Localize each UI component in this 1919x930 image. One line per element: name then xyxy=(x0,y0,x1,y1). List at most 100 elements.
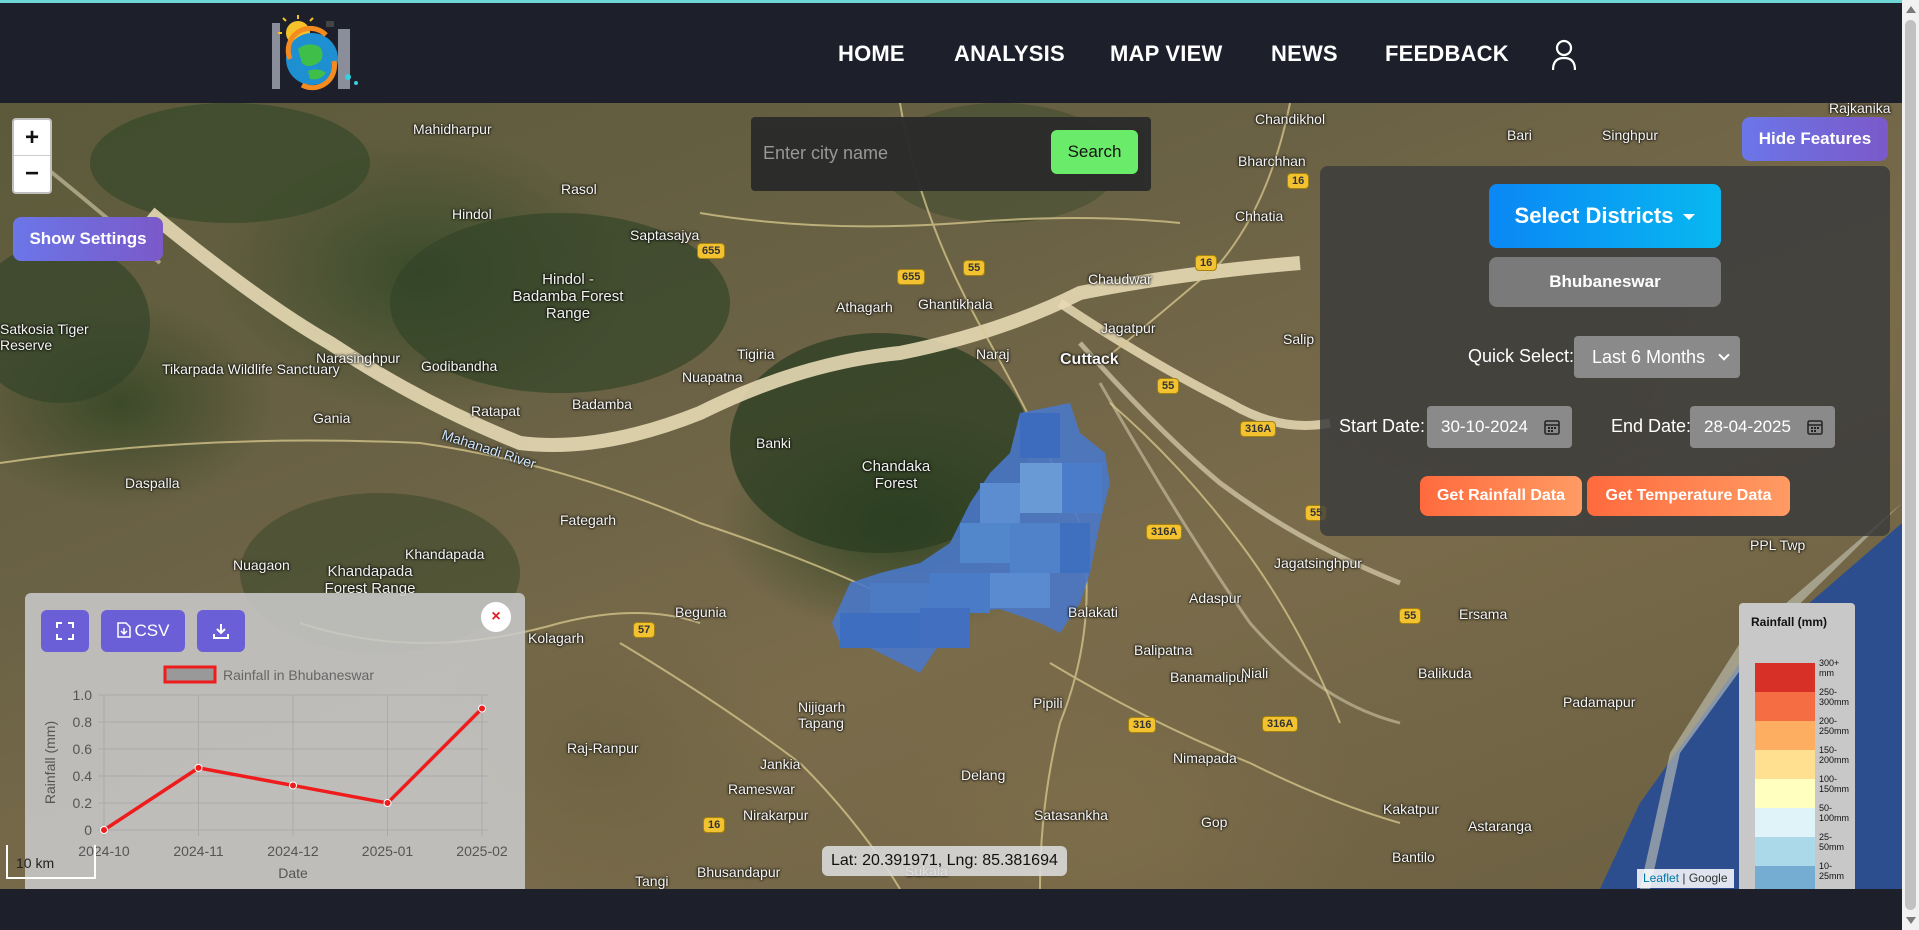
map-scale: 10 km xyxy=(6,845,96,879)
place-label: Bari xyxy=(1507,127,1532,143)
page-scrollbar[interactable] xyxy=(1902,0,1919,930)
y-tick-label: 0.2 xyxy=(73,795,93,811)
chart-legend-swatch xyxy=(163,665,217,684)
place-label: Nimapada xyxy=(1173,750,1237,766)
end-date-value: 28-04-2025 xyxy=(1704,417,1791,436)
nav-home[interactable]: HOME xyxy=(838,41,905,67)
city-search-box: Search xyxy=(751,117,1151,191)
place-label: Banamalipur xyxy=(1170,669,1249,685)
road-shield: 316A xyxy=(1262,716,1299,732)
y-tick-label: 0.4 xyxy=(73,768,93,784)
navbar: HOME ANALYSIS MAP VIEW NEWS FEEDBACK xyxy=(0,3,1902,103)
zoom-control: + − xyxy=(12,118,52,194)
calendar-icon[interactable] xyxy=(1807,419,1823,435)
user-icon[interactable] xyxy=(1552,39,1576,71)
place-label: Satasankha xyxy=(1034,807,1108,823)
place-label: Rasol xyxy=(561,181,597,197)
caret-down-icon xyxy=(1683,214,1696,221)
legend-label: 200-250mm xyxy=(1819,716,1850,736)
place-label: Jankia xyxy=(760,756,801,772)
nav-news[interactable]: NEWS xyxy=(1271,41,1338,67)
place-label: Satkosia Tiger Reserve xyxy=(0,321,89,353)
nav-analysis[interactable]: ANALYSIS xyxy=(954,41,1065,67)
quick-select-value: Last 6 Months xyxy=(1592,347,1706,367)
x-tick-label: 2024-12 xyxy=(267,843,319,859)
city-search-input[interactable] xyxy=(763,135,1043,171)
end-date-input[interactable]: 28-04-2025 xyxy=(1690,406,1835,448)
select-districts-dropdown[interactable]: Select Districts xyxy=(1489,184,1721,248)
road-shield: 55 xyxy=(963,260,986,276)
data-point xyxy=(100,826,108,834)
place-label: Gania xyxy=(313,410,351,426)
place-label: Balakati xyxy=(1068,604,1118,620)
scroll-up-arrow-icon[interactable] xyxy=(1906,6,1916,13)
leaflet-link[interactable]: Leaflet xyxy=(1643,871,1679,885)
search-button[interactable]: Search xyxy=(1051,130,1138,174)
app-root: HOME ANALYSIS MAP VIEW NEWS FEEDBACK Tik… xyxy=(0,0,1919,930)
road-shield: 316 xyxy=(1128,717,1157,733)
nav-map-view[interactable]: MAP VIEW xyxy=(1110,41,1222,67)
hide-features-button[interactable]: Hide Features xyxy=(1742,117,1888,161)
place-label: Bharchhan xyxy=(1238,153,1306,169)
road-shield: 316A xyxy=(1146,524,1183,540)
start-date-label: Start Date: xyxy=(1339,416,1426,436)
show-settings-button[interactable]: Show Settings xyxy=(13,217,163,261)
legend-label: 150-200mm xyxy=(1819,745,1850,765)
start-date-input[interactable]: 30-10-2024 xyxy=(1427,406,1572,448)
place-label: Ghantikhala xyxy=(918,296,993,312)
rainfall-chart-panel: CSV × 0 0.2 0.4 0.6 0.8 1.0 2024-10 2024-11 2024… xyxy=(25,593,525,905)
calendar-icon[interactable] xyxy=(1544,419,1560,435)
place-label: Singhpur xyxy=(1602,127,1659,143)
road-shield: 655 xyxy=(897,269,926,285)
x-tick-label: 2024-11 xyxy=(173,843,224,859)
legend-label: 100-150mm xyxy=(1819,774,1850,794)
place-label: Bhusandapur xyxy=(697,864,781,880)
place-label: Jagatpur xyxy=(1101,320,1156,336)
quick-select-label: Quick Select: xyxy=(1468,346,1575,366)
place-label: Nuapatna xyxy=(682,369,743,385)
data-point xyxy=(478,704,486,713)
scroll-thumb[interactable] xyxy=(1905,20,1916,910)
features-panel: Select Districts Bhubaneswar Quick Selec… xyxy=(1320,166,1890,536)
scroll-down-arrow-icon[interactable] xyxy=(1906,917,1916,924)
place-label: Fategarh xyxy=(560,512,617,528)
place-label: Nuagaon xyxy=(233,557,290,573)
legend-label: 25-50mm xyxy=(1819,832,1845,852)
place-label: Kakatpur xyxy=(1383,801,1440,817)
legend-swatch xyxy=(1755,750,1815,779)
cursor-coordinates: Lat: 20.391971, Lng: 85.381694 xyxy=(822,846,1067,876)
place-label: Bantilo xyxy=(1392,849,1435,865)
zoom-out-button[interactable]: − xyxy=(14,156,50,192)
select-districts-label: Select Districts xyxy=(1514,203,1674,228)
legend-label: 50-100mm xyxy=(1819,803,1850,823)
y-tick-label: 0.8 xyxy=(73,714,93,730)
place-label: Khandapada xyxy=(405,546,485,562)
place-label: Astaranga xyxy=(1468,818,1532,834)
selected-district-chip[interactable]: Bhubaneswar xyxy=(1489,257,1721,307)
nav-feedback[interactable]: FEEDBACK xyxy=(1385,41,1509,67)
get-rainfall-data-button[interactable]: Get Rainfall Data xyxy=(1420,476,1582,516)
legend-swatch xyxy=(1755,837,1815,866)
footer-bar xyxy=(0,889,1902,930)
place-label: Badamba xyxy=(572,396,632,412)
legend-swatch xyxy=(1755,721,1815,750)
place-label: Chaudwar xyxy=(1088,271,1152,287)
place-label: Saptasajya xyxy=(630,227,700,243)
place-label: Hindol - Badamba Forest Range xyxy=(512,271,624,322)
place-label: Adaspur xyxy=(1189,590,1242,606)
zoom-in-button[interactable]: + xyxy=(14,120,50,156)
place-label: Nijigarh Tapang xyxy=(798,699,846,731)
quick-select-dropdown[interactable]: Last 6 Months xyxy=(1574,336,1740,378)
get-temperature-data-button[interactable]: Get Temperature Data xyxy=(1587,476,1790,516)
place-label: Nirakarpur xyxy=(743,807,809,823)
app-logo[interactable] xyxy=(268,13,368,99)
chevron-down-icon xyxy=(1718,349,1730,361)
legend-title: Rainfall (mm) xyxy=(1751,615,1828,629)
legend-swatch xyxy=(1755,808,1815,837)
place-label: Pipili xyxy=(1033,695,1063,711)
data-point xyxy=(383,799,392,807)
place-label: Hindol xyxy=(452,206,492,222)
chart-legend-label: Rainfall in Bhubaneswar xyxy=(223,667,374,683)
place-label: Mahidharpur xyxy=(413,121,492,137)
place-label: Tigiria xyxy=(737,346,775,362)
